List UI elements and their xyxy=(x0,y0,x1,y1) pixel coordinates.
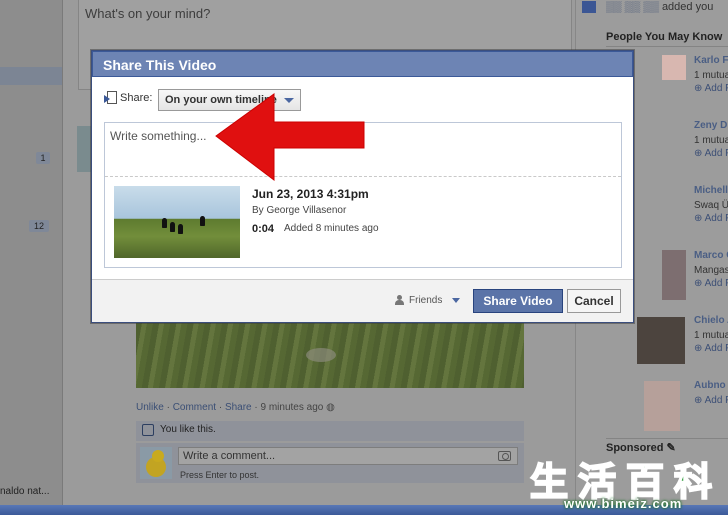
share-label: Share: xyxy=(120,92,153,104)
mutual-friends[interactable]: 1 mutual frien xyxy=(694,70,728,81)
suggestion-name[interactable]: Karlo Flee D xyxy=(694,55,728,66)
watermark: 生活百科 www.bimeiz.com xyxy=(529,451,728,511)
left-fragment-text: naldo nat... xyxy=(0,486,50,497)
add-friend-link[interactable]: ⊕ Add Frien xyxy=(694,395,728,406)
share-icon xyxy=(104,91,118,105)
chevron-down-icon xyxy=(452,298,460,303)
video-duration: 0:04 xyxy=(252,223,275,235)
audience-label: Friends xyxy=(409,295,443,306)
avatar[interactable] xyxy=(637,317,685,364)
post-actions: Unlike · Comment · Share · 9 minutes ago… xyxy=(136,402,335,413)
add-friend-link[interactable]: ⊕ Add Frien xyxy=(694,148,728,159)
suggestion-name[interactable]: Michelle Lu xyxy=(694,185,728,196)
video-added-time: Added 8 minutes ago xyxy=(284,223,379,234)
suggestion-item[interactable]: Aubno Zhen ⊕ Add Frien xyxy=(606,380,728,440)
share-video-button[interactable]: Share Video xyxy=(473,289,563,313)
comment-row: Write a comment... Press Enter to post. xyxy=(136,443,524,483)
cancel-button[interactable]: Cancel xyxy=(567,289,621,313)
enter-hint: Press Enter to post. xyxy=(180,470,260,480)
add-friend-link[interactable]: ⊕ Add Frien xyxy=(694,343,728,354)
arrow-shape xyxy=(215,93,365,182)
like-text: You like this. xyxy=(160,424,216,435)
comment-input[interactable]: Write a comment... xyxy=(178,447,518,465)
avatar[interactable] xyxy=(662,250,686,300)
unlike-link[interactable]: Unlike xyxy=(136,402,164,413)
mutual-friends[interactable]: Swaq Ü) xyxy=(694,200,728,211)
avatar[interactable] xyxy=(662,55,686,80)
suggestion-name[interactable]: Chielo Aguil xyxy=(694,315,728,326)
count-badge[interactable]: 12 xyxy=(29,220,49,232)
left-nav-highlight xyxy=(0,67,62,85)
add-friend-link[interactable]: ⊕ Add Frien xyxy=(694,213,728,224)
write-something-input[interactable]: Write something... xyxy=(110,129,206,143)
mutual-friends[interactable]: Mangasing ( xyxy=(694,265,728,276)
watermark-url: www.bimeiz.com xyxy=(564,496,683,511)
comment-placeholder: Write a comment... xyxy=(183,450,276,462)
red-arrow-annotation xyxy=(215,93,365,182)
friend-request-icon xyxy=(582,1,596,13)
share-link[interactable]: Share xyxy=(225,402,252,413)
dialog-footer: Friends Share Video Cancel xyxy=(92,279,633,322)
add-friend-link[interactable]: ⊕ Add Frien xyxy=(694,83,728,94)
suggestion-name[interactable]: Marco Chris xyxy=(694,250,728,261)
thumbs-up-icon xyxy=(142,424,154,436)
suggestion-name[interactable]: Zeny Distor xyxy=(694,120,728,131)
video-date[interactable]: Jun 23, 2013 4:31pm xyxy=(252,187,369,201)
mutual-friends[interactable]: 1 mutual frien xyxy=(694,135,728,146)
add-friend-link[interactable]: ⊕ Add Frien xyxy=(694,278,728,289)
divider xyxy=(606,438,728,439)
people-you-may-know-heading: People You May Know xyxy=(606,31,723,43)
video-preview[interactable] xyxy=(136,322,524,388)
post-time[interactable]: 9 minutes ago xyxy=(261,402,324,413)
dialog-title: Share This Video xyxy=(92,51,633,77)
rail-notification[interactable]: ▒▒ ▒▒ ▒▒ added you xyxy=(606,1,713,13)
camera-icon[interactable] xyxy=(498,451,511,461)
comment-link[interactable]: Comment xyxy=(173,402,216,413)
avatar[interactable] xyxy=(644,381,680,431)
suggestion-item[interactable]: Chielo Aguil 1 mutual frien ⊕ Add Frien xyxy=(606,315,728,375)
video-thumbnail[interactable] xyxy=(114,186,240,258)
like-bar: You like this. xyxy=(136,421,524,441)
video-author: By George Villasenor xyxy=(252,205,347,216)
avatar[interactable] xyxy=(140,447,172,479)
globe-icon: ◍ xyxy=(326,402,335,413)
mutual-friends[interactable]: 1 mutual frien xyxy=(694,330,728,341)
divider xyxy=(606,46,728,47)
count-badge[interactable]: 1 xyxy=(36,152,50,164)
suggestion-name[interactable]: Aubno Zhen xyxy=(694,380,728,391)
status-placeholder: What's on your mind? xyxy=(85,6,211,21)
friends-icon xyxy=(395,295,405,305)
